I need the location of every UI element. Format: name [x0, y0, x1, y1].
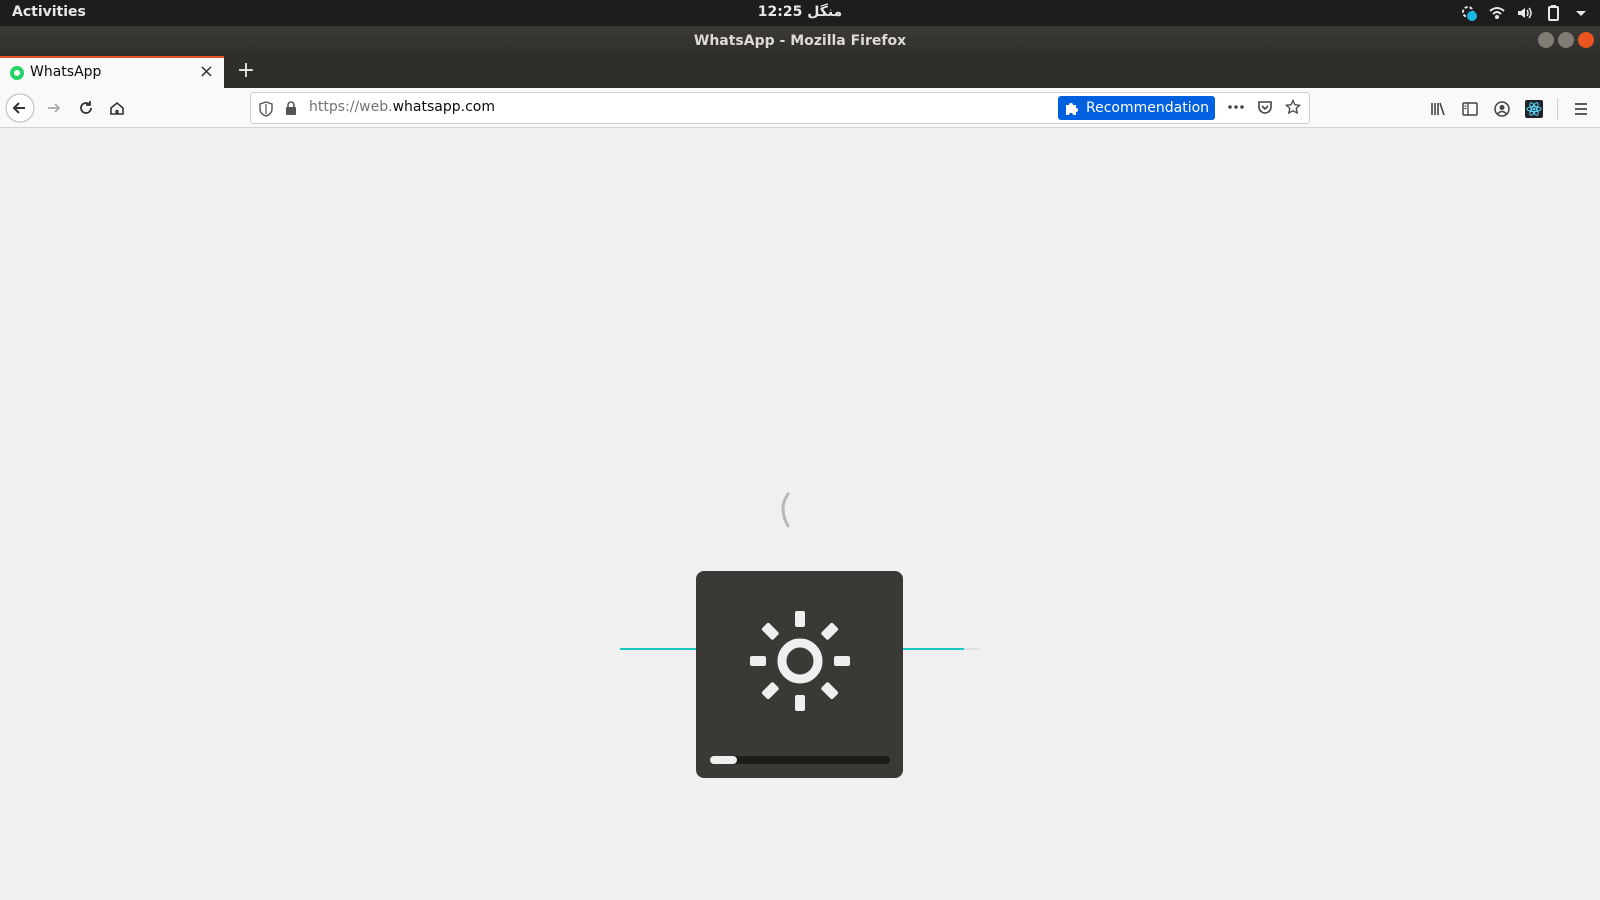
home-button[interactable]: [101, 92, 133, 124]
brightness-icon: [750, 611, 850, 711]
forward-arrow-icon: [48, 103, 61, 113]
url-bar[interactable]: https://web.whatsapp.com Recommendation: [250, 92, 1310, 124]
react-devtools-icon[interactable]: [1525, 100, 1543, 118]
url-text[interactable]: https://web.whatsapp.com: [309, 99, 495, 115]
navigation-toolbar: https://web.whatsapp.com Recommendation: [0, 88, 1600, 128]
close-window-button[interactable]: [1578, 32, 1594, 48]
wifi-icon[interactable]: [1488, 4, 1506, 22]
home-icon: [110, 101, 124, 115]
tab-whatsapp[interactable]: WhatsApp ×: [0, 56, 224, 88]
reload-button[interactable]: [70, 92, 102, 124]
system-tray[interactable]: [1460, 3, 1590, 23]
loading-progress-line-left: [620, 648, 700, 650]
reload-icon: [80, 101, 92, 114]
brightness-level-track: [710, 756, 890, 764]
maximize-button[interactable]: [1558, 32, 1574, 48]
back-arrow-icon: [5, 93, 35, 123]
account-icon[interactable]: [1493, 100, 1511, 118]
loading-progress-line-right: [900, 648, 980, 650]
brightness-level-fill: [710, 756, 737, 764]
url-bar-actions: [1227, 99, 1301, 115]
puzzle-piece-icon: [1066, 103, 1078, 115]
loading-spinner-icon: [781, 492, 790, 528]
url-prefix: https://web.: [309, 99, 393, 115]
window-title: WhatsApp - Mozilla Firefox: [693, 33, 907, 49]
back-button[interactable]: [4, 92, 36, 124]
recommendation-label: Recommendation: [1086, 100, 1210, 116]
whatsapp-favicon-icon: [10, 66, 24, 80]
app-indicator-icon[interactable]: [1460, 4, 1478, 22]
page-content: [0, 128, 1600, 900]
close-tab-icon[interactable]: ×: [199, 62, 214, 82]
recommendation-button[interactable]: Recommendation: [1058, 96, 1216, 120]
chevron-down-icon[interactable]: [1572, 4, 1590, 22]
brightness-osd: [696, 571, 903, 778]
page-actions-menu-icon[interactable]: [1227, 104, 1245, 110]
pocket-icon[interactable]: [1257, 99, 1273, 115]
sidebar-icon[interactable]: [1461, 100, 1479, 118]
shield-icon[interactable]: [259, 101, 273, 117]
gnome-top-bar: Activities منگل 12:25: [0, 0, 1600, 26]
toolbar-right-icons: [1429, 98, 1590, 120]
url-domain: whatsapp.com: [392, 99, 495, 115]
window-title-bar[interactable]: WhatsApp - Mozilla Firefox: [0, 26, 1600, 56]
battery-icon[interactable]: [1544, 4, 1562, 22]
window-controls: [1538, 32, 1594, 48]
lock-icon[interactable]: [285, 101, 297, 115]
minimize-button[interactable]: [1538, 32, 1554, 48]
new-tab-button[interactable]: +: [232, 56, 260, 88]
clock[interactable]: منگل 12:25: [0, 4, 1600, 20]
library-icon[interactable]: [1429, 100, 1447, 118]
tab-strip: WhatsApp × +: [0, 56, 1600, 88]
hamburger-menu-icon[interactable]: [1572, 100, 1590, 118]
volume-icon[interactable]: [1516, 4, 1534, 22]
forward-button[interactable]: [38, 92, 70, 124]
bookmark-star-icon[interactable]: [1285, 99, 1301, 115]
tab-label: WhatsApp: [30, 64, 102, 80]
